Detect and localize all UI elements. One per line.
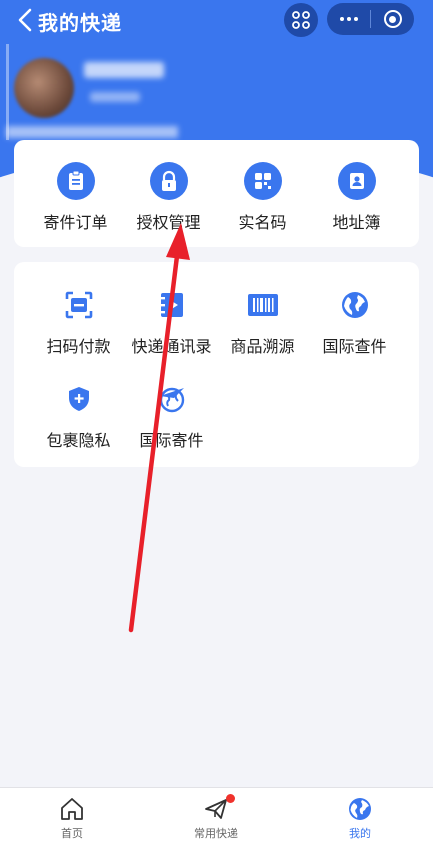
tab-label: 常用快递: [194, 827, 238, 840]
user-info-blurred: [90, 92, 140, 102]
more-dots-icon: [339, 17, 358, 21]
top-bar: 我的快递: [0, 0, 433, 40]
quick-action-label: 实名码: [238, 213, 287, 232]
profile-globe-icon: [349, 798, 371, 820]
service-international-tracking[interactable]: 国际查件: [304, 286, 405, 357]
address-book-icon: [153, 286, 191, 324]
service-package-privacy[interactable]: 包裹隐私: [28, 380, 129, 451]
service-product-traceability[interactable]: 商品溯源: [212, 286, 313, 357]
contact-book-icon: [337, 162, 376, 200]
quick-action-authorization[interactable]: 授权管理: [118, 162, 219, 233]
service-label: 国际寄件: [139, 431, 204, 450]
user-name-blurred: [84, 62, 164, 78]
service-label: 国际查件: [322, 337, 387, 356]
close-mini-program-button[interactable]: [371, 3, 414, 35]
page-title: 我的快递: [38, 11, 122, 35]
quick-action-label: 寄件订单: [43, 213, 108, 232]
scan-button[interactable]: [284, 3, 318, 37]
chevron-left-icon: [18, 8, 32, 32]
scan-pay-icon: [60, 286, 98, 324]
tab-mine[interactable]: 我的: [288, 788, 432, 848]
profile-strip-blurred: [6, 126, 178, 138]
services-card: 扫码付款 快递通讯录 商品溯源 国际查件 包裹隐私 国际寄件: [14, 262, 419, 467]
qr-grid-icon: [243, 162, 282, 200]
shield-plus-icon: [60, 380, 98, 418]
quick-action-send-orders[interactable]: 寄件订单: [25, 162, 126, 233]
scan-icon: [292, 11, 310, 29]
bottom-tab-bar: 首页 常用快递 我的: [0, 787, 433, 848]
service-label: 快递通讯录: [131, 337, 212, 356]
tab-home[interactable]: 首页: [0, 788, 144, 848]
tab-label: 首页: [61, 827, 83, 840]
quick-action-address-book[interactable]: 地址簿: [306, 162, 407, 233]
user-profile[interactable]: [6, 44, 186, 140]
service-label: 包裹隐私: [46, 431, 111, 450]
back-button[interactable]: [12, 6, 38, 34]
globe-plane-icon: [153, 380, 191, 418]
avatar[interactable]: [14, 58, 74, 118]
tab-frequent-couriers[interactable]: 常用快递: [144, 788, 288, 848]
more-button[interactable]: [327, 3, 370, 35]
home-icon: [61, 798, 83, 820]
barcode-icon: [244, 286, 282, 324]
service-international-shipping[interactable]: 国际寄件: [121, 380, 222, 451]
mini-program-close-icon: [383, 10, 402, 28]
globe-icon: [336, 286, 374, 324]
notification-badge: [226, 794, 235, 803]
service-label: 扫码付款: [46, 337, 111, 356]
service-express-contacts[interactable]: 快递通讯录: [121, 286, 222, 357]
service-label: 商品溯源: [230, 337, 295, 356]
quick-actions-card: 寄件订单 授权管理 实名码 地址簿: [14, 140, 419, 247]
quick-action-label: 授权管理: [136, 213, 201, 232]
service-scan-pay[interactable]: 扫码付款: [28, 286, 129, 357]
quick-action-label: 地址簿: [332, 213, 381, 232]
mini-program-capsule: [327, 3, 414, 35]
order-clipboard-icon: [56, 162, 95, 200]
tab-label: 我的: [349, 827, 371, 840]
quick-action-real-name-code[interactable]: 实名码: [212, 162, 313, 233]
lock-icon: [149, 162, 188, 200]
paper-plane-icon: [205, 799, 227, 819]
